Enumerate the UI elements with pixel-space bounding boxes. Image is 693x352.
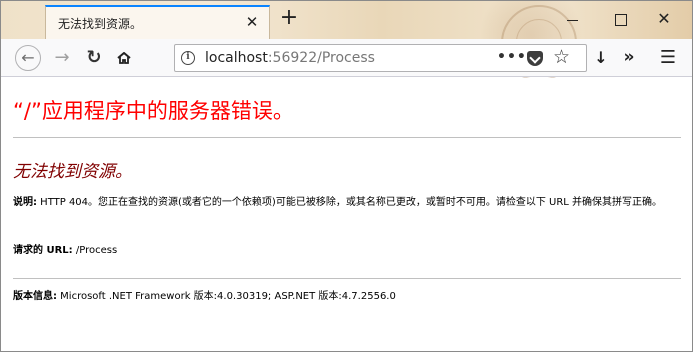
reload-icon[interactable]: ↻ <box>81 45 107 71</box>
error-subtitle: 无法找到资源。 <box>13 162 132 182</box>
hamburger-menu-icon[interactable]: ☰ <box>657 45 679 71</box>
version-text: Microsoft .NET Framework 版本:4.0.30319; A… <box>57 291 396 302</box>
pocket-icon[interactable] <box>527 51 543 66</box>
divider-top <box>13 137 681 138</box>
version-info: 版本信息: Microsoft .NET Framework 版本:4.0.30… <box>13 287 396 302</box>
tab-title: 无法找到资源。 <box>58 17 143 31</box>
page-actions-icon[interactable]: ••• <box>497 49 527 65</box>
navigation-toolbar: ← → ↻ i localhost:56922/Process ••• ☆ ↓ … <box>1 39 692 77</box>
url-bar[interactable]: i localhost:56922/Process ••• ☆ <box>174 44 587 72</box>
download-icon[interactable]: ↓ <box>591 45 611 71</box>
overflow-menu-icon[interactable]: » <box>618 45 640 71</box>
page-content: “/”应用程序中的服务器错误。 无法找到资源。 说明: HTTP 404。您正在… <box>1 78 692 351</box>
url-host: localhost <box>205 50 268 66</box>
title-bar: 无法找到资源。 ✕ + ✕ <box>1 1 692 81</box>
url-path: :56922/Process <box>267 50 375 66</box>
home-icon <box>117 52 131 64</box>
maximize-button[interactable] <box>610 9 630 29</box>
back-arrow-icon[interactable]: ← <box>15 45 41 71</box>
home-button[interactable] <box>111 45 137 71</box>
window-close-button[interactable]: ✕ <box>654 9 674 29</box>
requested-url-value: /Process <box>72 245 118 256</box>
description-label: 说明: <box>13 197 37 208</box>
url-text[interactable]: localhost:56922/Process <box>205 50 375 66</box>
forward-arrow-icon[interactable]: → <box>49 45 75 71</box>
site-info-icon[interactable]: i <box>181 51 195 65</box>
new-tab-button[interactable]: + <box>279 7 299 29</box>
requested-url-label: 请求的 URL: <box>13 245 73 256</box>
error-title: “/”应用程序中的服务器错误。 <box>13 99 294 123</box>
requested-url: 请求的 URL: /Process <box>13 241 117 256</box>
version-label: 版本信息: <box>13 291 57 302</box>
divider-bottom <box>13 278 681 279</box>
active-tab[interactable]: 无法找到资源。 ✕ <box>45 5 270 39</box>
description-text: HTTP 404。您正在查找的资源(或者它的一个依赖项)可能已被移除，或其名称已… <box>37 197 663 208</box>
error-description: 说明: HTTP 404。您正在查找的资源(或者它的一个依赖项)可能已被移除，或… <box>13 195 681 211</box>
tab-close-icon[interactable]: ✕ <box>243 13 261 31</box>
minimize-button[interactable] <box>562 9 582 29</box>
browser-window: 无法找到资源。 ✕ + ✕ ← → ↻ i localhost:56922/Pr… <box>0 0 693 352</box>
bookmark-star-icon[interactable]: ☆ <box>553 46 570 68</box>
